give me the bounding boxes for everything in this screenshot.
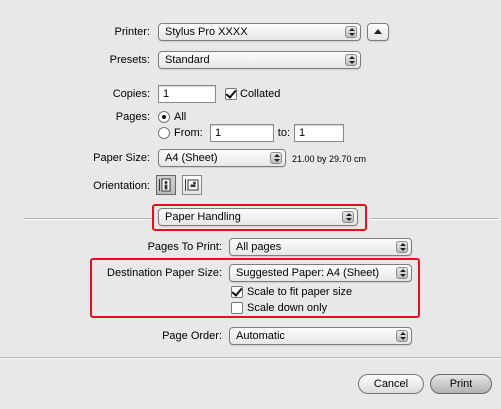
- page-order-value: Automatic: [236, 330, 285, 342]
- page-order-popup[interactable]: Automatic: [229, 327, 412, 345]
- collated-label: Collated: [240, 88, 281, 100]
- page-order-label: Page Order:: [162, 330, 222, 342]
- pages-from-value: 1: [215, 127, 222, 139]
- expand-toggle-button[interactable]: [367, 23, 389, 41]
- presets-label: Presets:: [109, 54, 150, 66]
- orientation-landscape-button[interactable]: [182, 175, 202, 195]
- copies-value: 1: [163, 88, 170, 100]
- presets-popup[interactable]: Standard: [158, 51, 361, 69]
- paper-size-label: Paper Size:: [93, 152, 150, 164]
- print-button[interactable]: Print: [430, 374, 492, 394]
- pages-to-value: 1: [299, 127, 306, 139]
- chevron-updown-icon: [396, 330, 408, 342]
- pages-from-radio[interactable]: [158, 127, 170, 139]
- copies-field[interactable]: 1: [158, 85, 216, 103]
- pages-all-radio[interactable]: [158, 111, 170, 123]
- chevron-updown-icon: [396, 241, 408, 253]
- paper-dimensions: 21.00 by 29.70 cm: [292, 154, 367, 164]
- paper-size-value: A4 (Sheet): [165, 152, 218, 164]
- print-dialog: { "printer": {"label": "Printer:", "valu…: [0, 0, 501, 409]
- pages-to-print-value: All pages: [236, 241, 282, 253]
- pages-all-label: All: [174, 111, 187, 123]
- separator-right: [370, 218, 498, 220]
- printer-value: Stylus Pro XXXX: [165, 26, 248, 38]
- pages-to-print-popup[interactable]: All pages: [229, 238, 412, 256]
- destination-highlight: [90, 258, 420, 318]
- pages-label: Pages:: [115, 111, 150, 123]
- separator-bottom: [0, 357, 501, 359]
- presets-value: Standard: [165, 54, 210, 66]
- paper-size-popup[interactable]: A4 (Sheet): [158, 149, 286, 167]
- printer-label: Printer:: [114, 26, 150, 38]
- orientation-portrait-button[interactable]: [156, 175, 176, 195]
- pages-from-field[interactable]: 1: [210, 124, 274, 142]
- panel-highlight: [152, 204, 367, 231]
- cancel-button[interactable]: Cancel: [358, 374, 424, 394]
- chevron-updown-icon: [345, 26, 357, 38]
- portrait-person-icon: [159, 178, 171, 192]
- pages-to-label: to:: [277, 127, 290, 139]
- printer-popup[interactable]: Stylus Pro XXXX: [158, 23, 361, 41]
- copies-label: Copies:: [112, 88, 150, 100]
- pages-to-field[interactable]: 1: [294, 124, 344, 142]
- separator-left: [24, 218, 152, 220]
- collated-checkbox[interactable]: [225, 88, 237, 100]
- pages-to-print-label: Pages To Print:: [147, 241, 222, 253]
- chevron-updown-icon: [270, 152, 282, 164]
- pages-from-label: From:: [174, 127, 203, 139]
- landscape-person-icon: [185, 179, 199, 191]
- orientation-label: Orientation:: [93, 180, 150, 192]
- triangle-up-icon: [374, 29, 382, 34]
- chevron-updown-icon: [345, 54, 357, 66]
